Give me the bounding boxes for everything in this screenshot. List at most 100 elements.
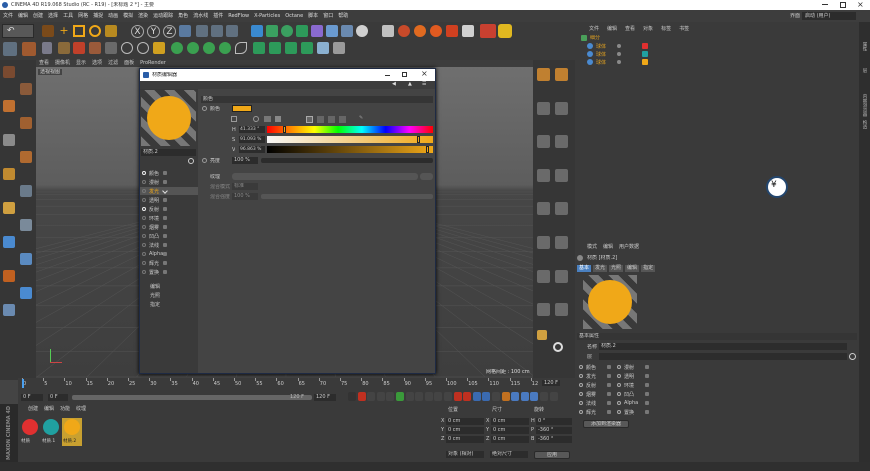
attr-channel-checkbox[interactable] (617, 392, 621, 396)
menu-17[interactable]: 脚本 (308, 10, 318, 22)
texture-field[interactable] (232, 173, 418, 180)
add-to-renderer-button[interactable]: 添加到渲染器 (583, 420, 629, 428)
spectrum-mode-icon[interactable] (231, 116, 237, 122)
picture-mode-icon[interactable] (264, 116, 271, 122)
attr-channel-link-icon[interactable] (607, 392, 611, 396)
playback-control-9[interactable] (434, 392, 443, 401)
attr-channel-row[interactable]: 凹凸 (615, 391, 651, 398)
channel-link-icon[interactable] (163, 261, 167, 265)
material-tag-icon[interactable] (642, 51, 648, 57)
layout-select[interactable]: 启动 (用户) (802, 12, 856, 20)
brush-icon[interactable] (137, 42, 149, 54)
deformer-icon[interactable] (311, 25, 323, 37)
close-button[interactable]: × (857, 0, 864, 10)
attr-channel-row[interactable]: 漫射 (615, 364, 651, 371)
attr-channel-link-icon[interactable] (607, 401, 611, 405)
channel-row-10[interactable]: 辉光 (140, 259, 198, 267)
left-tool-icon-13[interactable] (20, 287, 32, 299)
camera-icon[interactable] (341, 25, 353, 37)
scale-icon[interactable] (73, 25, 85, 37)
attribute-tab-2[interactable]: 用户数据 (619, 243, 639, 250)
attr-channel-checkbox[interactable] (579, 383, 583, 387)
z-axis-icon[interactable]: Z (163, 25, 176, 38)
material-card[interactable]: 材质.2 (62, 418, 82, 446)
playback-control-12[interactable] (463, 392, 472, 401)
name-field[interactable]: 材质.2 (599, 343, 847, 350)
value-slider[interactable] (267, 146, 433, 153)
viewport-tab-4[interactable]: 过滤 (108, 60, 118, 67)
attr-channel-link-icon[interactable] (645, 365, 649, 369)
emitter-icon-4[interactable] (301, 42, 313, 54)
attr-channel-row[interactable]: 反射 (577, 382, 613, 389)
material-tab-2[interactable]: 功能 (60, 405, 70, 412)
view-tool-icon-14[interactable] (537, 303, 550, 317)
playhead[interactable] (22, 379, 24, 388)
left-tool-icon-11[interactable] (20, 253, 32, 265)
side-tab-2[interactable]: 内容浏览器 (861, 94, 867, 117)
menu-12[interactable]: 流水线 (193, 10, 208, 22)
side-tab-0[interactable]: 属性 (861, 42, 867, 51)
attr-channel-row[interactable]: 辉光 (577, 409, 613, 416)
attr-channel-link-icon[interactable] (645, 410, 649, 414)
channel-toggle-icon[interactable] (142, 171, 146, 175)
channel-row-6[interactable]: 烟雾 (140, 223, 198, 231)
render-settings-icon[interactable] (226, 25, 238, 37)
menu-13[interactable]: 插件 (213, 10, 223, 22)
attr-channel-link-icon[interactable] (645, 401, 649, 405)
attr-channel-checkbox[interactable] (617, 383, 621, 387)
preview-options-icon[interactable] (188, 158, 194, 164)
viewport-tab-2[interactable]: 显示 (76, 60, 86, 67)
left-tool-icon-5[interactable] (20, 151, 32, 163)
left-tool-icon-2[interactable] (3, 100, 15, 112)
playback-control-18[interactable] (520, 392, 529, 401)
extra-item-1[interactable]: 光照 (150, 292, 160, 299)
material-tab-3[interactable]: 纹理 (76, 405, 86, 412)
spline-icon[interactable] (235, 42, 247, 54)
playback-control-15[interactable] (492, 392, 500, 401)
brightness-field[interactable]: 100 % (232, 157, 258, 164)
emitter-icon-2[interactable] (269, 42, 281, 54)
fx-text-icon[interactable] (333, 42, 345, 54)
channel-link-icon[interactable] (163, 171, 167, 175)
effector-icon[interactable] (317, 42, 329, 54)
attribute-subtab-1[interactable]: 发光 (593, 265, 608, 272)
material-card[interactable]: 材质 (20, 418, 40, 446)
playback-control-7[interactable] (415, 392, 424, 401)
view-tool-icon-12[interactable] (537, 269, 550, 283)
nav-up-icon[interactable]: ▲ (408, 81, 412, 87)
attr-channel-checkbox[interactable] (617, 410, 621, 414)
left-tool-icon-8[interactable] (3, 202, 15, 214)
pen-icon[interactable] (266, 25, 278, 37)
menu-4[interactable]: 工具 (63, 10, 73, 22)
fx-icon-2[interactable] (187, 42, 199, 54)
channel-row-11[interactable]: 置换 (140, 268, 198, 276)
channel-row-4[interactable]: 反射 (140, 205, 198, 213)
object-root-row[interactable]: 细分 (577, 35, 857, 42)
object-tab-2[interactable]: 查看 (625, 25, 635, 32)
extra-item-2[interactable]: 指定 (150, 301, 160, 308)
snap-icon[interactable] (153, 42, 165, 54)
object-tab-0[interactable]: 文件 (589, 25, 599, 32)
nav-menu-icon[interactable]: ☰ (422, 81, 426, 87)
menu-9[interactable]: 渲染 (138, 10, 148, 22)
menu-0[interactable]: 文件 (3, 10, 13, 22)
emitter-icon-1[interactable] (253, 42, 265, 54)
mix-mode-select[interactable]: 标准 (232, 183, 258, 190)
channel-toggle-icon[interactable] (142, 252, 146, 256)
channel-toggle-icon[interactable] (142, 207, 146, 211)
playback-control-20[interactable] (540, 392, 548, 401)
view-tool-icon-7[interactable] (555, 168, 568, 182)
settings-gear-icon[interactable] (553, 342, 563, 352)
viewport-tab-5[interactable]: 面板 (124, 60, 134, 67)
playback-control-11[interactable] (453, 392, 462, 401)
layer-menu-icon[interactable] (849, 353, 856, 360)
script-icon[interactable] (430, 25, 442, 37)
left-tool-icon-10[interactable] (3, 236, 15, 248)
live-select-icon[interactable] (42, 25, 54, 37)
channel-link-icon[interactable] (163, 234, 167, 238)
channel-row-0[interactable]: 颜色 (140, 169, 198, 177)
side-tab-3[interactable]: 构造 (861, 120, 867, 129)
left-tool-icon-9[interactable] (20, 219, 32, 231)
menu-7[interactable]: 动画 (108, 10, 118, 22)
hue-slider-handle[interactable] (283, 126, 286, 133)
